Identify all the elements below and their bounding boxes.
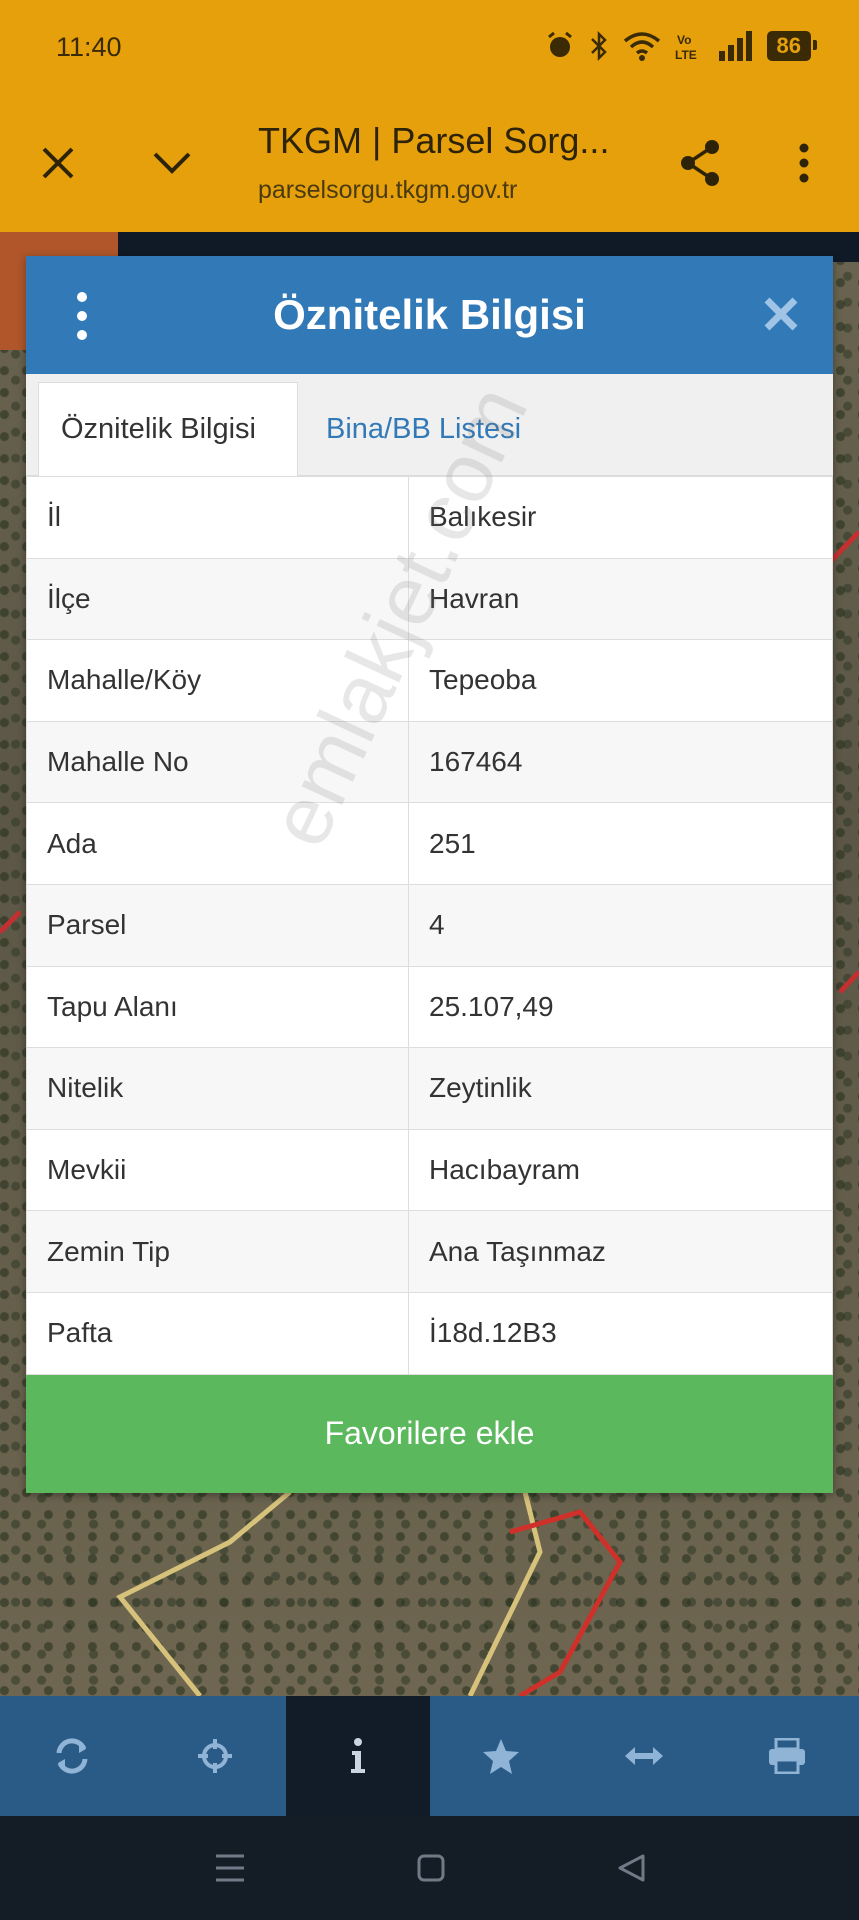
table-row: İlçe Havran: [26, 557, 833, 641]
favorites-button[interactable]: [430, 1696, 573, 1816]
svg-text:LTE: LTE: [675, 48, 697, 61]
svg-text:Vo: Vo: [677, 33, 691, 47]
info-icon: [350, 1738, 365, 1773]
row-value: 167464: [408, 720, 833, 804]
row-value: Tepeoba: [408, 639, 833, 722]
row-key: Ada: [26, 802, 409, 885]
page-url: parselsorgu.tkgm.gov.tr: [258, 176, 518, 204]
share-icon: [681, 140, 719, 186]
more-options-button[interactable]: [776, 135, 832, 191]
battery-indicator: 86: [766, 31, 818, 61]
table-row: Zemin Tip Ana Taşınmaz: [26, 1210, 833, 1293]
row-key: Tapu Alanı: [26, 965, 409, 1049]
map-toolbar: [0, 1696, 859, 1816]
popup-header: Öznitelik Bilgisi: [26, 256, 833, 374]
row-value: Ana Taşınmaz: [408, 1210, 833, 1293]
bluetooth-icon: [590, 30, 607, 62]
row-value: Havran: [408, 557, 833, 641]
popup-title: Öznitelik Bilgisi: [273, 291, 586, 338]
print-icon: [769, 1738, 806, 1774]
browser-chrome: 11:40 Vo LTE 86 TKGM | Parsel Sorg... par…: [0, 0, 859, 232]
row-value: 25.107,49: [408, 965, 833, 1049]
table-row: Nitelik Zeytinlik: [26, 1047, 833, 1130]
recent-apps-icon[interactable]: [214, 1853, 246, 1883]
refresh-button[interactable]: [0, 1696, 143, 1816]
close-icon: [764, 297, 798, 331]
back-icon[interactable]: [616, 1853, 646, 1883]
tab-attribute-info[interactable]: Öznitelik Bilgisi: [38, 382, 298, 476]
row-key: İlçe: [26, 557, 409, 641]
system-navigation: [0, 1816, 859, 1920]
row-key: Parsel: [26, 883, 409, 967]
more-vertical-icon: [799, 143, 809, 183]
locate-button[interactable]: [143, 1696, 286, 1816]
home-icon[interactable]: [416, 1853, 446, 1883]
tab-building-list[interactable]: Bina/BB Listesi: [304, 382, 543, 476]
row-key: Nitelik: [26, 1047, 409, 1130]
add-favorite-button[interactable]: Favorilere ekle: [26, 1374, 833, 1493]
table-row: Ada 251: [26, 802, 833, 885]
attribute-popup: Öznitelik Bilgisi Öznitelik Bilgisi Bina…: [26, 256, 833, 1493]
row-value: Zeytinlik: [408, 1047, 833, 1130]
popup-tabs: Öznitelik Bilgisi Bina/BB Listesi: [26, 374, 833, 476]
signal-icon: [718, 31, 752, 61]
print-button[interactable]: [716, 1696, 859, 1816]
star-icon: [483, 1739, 520, 1774]
table-row: Mevkii Hacıbayram: [26, 1128, 833, 1212]
attribute-table: İl Balıkesir İlçe Havran Mahalle/Köy Tepeob…: [26, 476, 833, 1375]
row-key: Pafta: [26, 1291, 409, 1375]
table-row: Mahalle No 167464: [26, 720, 833, 804]
crosshair-icon: [197, 1739, 232, 1773]
measure-button[interactable]: [573, 1696, 716, 1816]
row-key: Mahalle/Köy: [26, 639, 409, 722]
table-row: Parsel 4: [26, 883, 833, 967]
page-title: TKGM | Parsel Sorg...: [258, 120, 610, 161]
row-value: Balıkesir: [408, 476, 833, 559]
collapse-button[interactable]: [144, 135, 200, 191]
status-time: 11:40: [56, 32, 122, 62]
volte-icon: VoLTE: [675, 33, 697, 61]
refresh-icon: [56, 1738, 88, 1774]
row-key: İl: [26, 476, 409, 559]
row-value: 251: [408, 802, 833, 885]
chevron-down-icon: [153, 152, 191, 174]
share-button[interactable]: [672, 135, 728, 191]
row-value: 4: [408, 883, 833, 967]
close-icon: [42, 147, 74, 179]
row-value: İ18d.12B3: [408, 1291, 833, 1375]
wifi-icon: [623, 32, 660, 61]
row-key: Mahalle No: [26, 720, 409, 804]
popup-close-button[interactable]: [759, 292, 803, 336]
table-row: İl Balıkesir: [26, 476, 833, 559]
close-tab-button[interactable]: [30, 135, 86, 191]
info-button[interactable]: [286, 1696, 430, 1816]
status-icons: Vo LTE 86: [545, 30, 818, 62]
measure-icon: [625, 1747, 664, 1765]
table-row: Pafta İ18d.12B3: [26, 1291, 833, 1375]
popup-menu-button[interactable]: [70, 292, 94, 340]
table-row: Mahalle/Köy Tepeoba: [26, 639, 833, 722]
row-key: Mevkii: [26, 1128, 409, 1212]
table-row: Tapu Alanı 25.107,49: [26, 965, 833, 1049]
row-key: Zemin Tip: [26, 1210, 409, 1293]
alarm-icon: [547, 31, 572, 57]
row-value: Hacıbayram: [408, 1128, 833, 1212]
